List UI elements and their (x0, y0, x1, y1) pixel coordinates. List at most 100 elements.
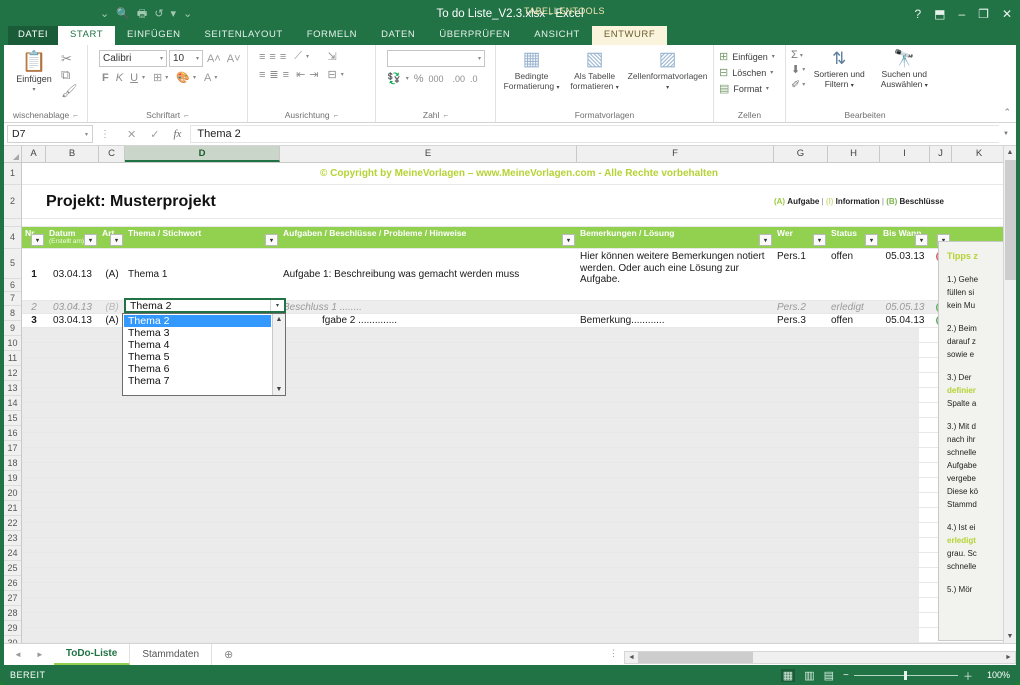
autosum-icon[interactable]: Σ▾ (791, 49, 805, 61)
row-header-1[interactable]: 1 (4, 163, 21, 185)
collapse-ribbon-icon[interactable]: ⌃ (1003, 107, 1011, 118)
column-header-g[interactable]: G (774, 146, 828, 162)
increase-decimal-icon[interactable]: .00 (453, 74, 466, 84)
vertical-scrollbar[interactable]: ▲ ▼ (1003, 146, 1016, 643)
font-name-input[interactable]: Calibri▾ (99, 50, 167, 67)
cell-styles-button[interactable]: ▨ Zellenformatvorlagen ▾ (627, 49, 708, 93)
number-dialog-launcher[interactable]: ⌐ (443, 111, 448, 120)
orientation-icon[interactable]: ⟋ (294, 50, 302, 63)
row-header-15[interactable]: 15 (4, 411, 21, 426)
currency-icon[interactable]: 💱 (387, 72, 401, 85)
empty-row[interactable] (22, 478, 1016, 493)
row-header-6[interactable]: 6 (4, 279, 21, 292)
next-sheet-icon[interactable]: ► (36, 650, 44, 659)
empty-row[interactable] (22, 613, 1016, 628)
delete-cells-button[interactable]: ⊟ Löschen ▾ (719, 66, 773, 79)
maximize-icon[interactable]: ❐ (978, 8, 989, 20)
fill-color-icon[interactable]: 🎨 (174, 71, 192, 84)
align-middle-icon[interactable]: ≡ (269, 51, 275, 63)
clipboard-dialog-launcher[interactable]: ⌐ (73, 111, 78, 120)
row-header-10[interactable]: 10 (4, 336, 21, 351)
row-header-11[interactable]: 11 (4, 351, 21, 366)
empty-row[interactable] (22, 433, 1016, 448)
align-right-icon[interactable]: ≡ (283, 69, 289, 81)
empty-row[interactable] (22, 598, 1016, 613)
empty-row[interactable] (22, 628, 1016, 643)
bold-button[interactable]: F (99, 72, 112, 84)
filter-button-status[interactable]: ▾ (865, 234, 878, 246)
row-header-24[interactable]: 24 (4, 546, 21, 561)
row-header-23[interactable]: 23 (4, 531, 21, 546)
fontcolor-chevron-icon[interactable]: ▾ (214, 74, 217, 81)
empty-row[interactable] (22, 553, 1016, 568)
zoom-out-icon[interactable]: − (843, 670, 849, 681)
row-header-17[interactable]: 17 (4, 441, 21, 456)
tab-formeln[interactable]: FORMELN (295, 26, 369, 45)
page-break-preview-icon[interactable]: ▤ (824, 669, 834, 682)
row-header-29[interactable]: 29 (4, 621, 21, 636)
filter-button-aufgaben[interactable]: ▾ (562, 234, 575, 246)
filter-button-datum[interactable]: ▾ (84, 234, 97, 246)
tab-seitenlayout[interactable]: SEITENLAYOUT (193, 26, 295, 45)
align-center-icon[interactable]: ≣ (269, 68, 278, 81)
zoom-track[interactable] (854, 675, 958, 676)
empty-row[interactable] (22, 523, 1016, 538)
orientation-chevron-icon[interactable]: ▾ (306, 53, 309, 60)
formula-input[interactable]: Thema 2 (190, 125, 999, 143)
row-header-30[interactable]: 30 (4, 636, 21, 643)
zoom-in-icon[interactable]: ＋ (963, 668, 973, 683)
filter-button-art[interactable]: ▾ (110, 234, 123, 246)
row-header-8[interactable]: 8 (4, 306, 21, 321)
borders-icon[interactable]: ⊞ (151, 71, 164, 84)
add-sheet-icon[interactable]: ⊕ (212, 644, 245, 665)
filter-button-biswann[interactable]: ▾ (915, 234, 928, 246)
expand-formula-bar-icon[interactable]: ▼ (999, 131, 1013, 137)
validation-dropdown-list[interactable]: Thema 2 Thema 3 Thema 4 Thema 5 Thema 6 … (122, 313, 286, 396)
fill-chevron-icon[interactable]: ▾ (193, 74, 196, 81)
tab-einfuegen[interactable]: EINFÜGEN (115, 26, 193, 45)
scroll-down-icon[interactable]: ▼ (1007, 630, 1014, 643)
row-header-25[interactable]: 25 (4, 561, 21, 576)
conditional-formatting-button[interactable]: ▦ Bedingte Formatierung ▾ (501, 49, 562, 93)
empty-row[interactable] (22, 508, 1016, 523)
sheet-tab-stammdaten[interactable]: Stammdaten (130, 644, 212, 665)
help-icon[interactable]: ? (914, 8, 921, 20)
dropdown-scrollbar[interactable]: ▲ ▼ (272, 314, 285, 395)
zoom-slider[interactable]: − ＋ (843, 668, 973, 683)
percent-style-icon[interactable]: % (414, 73, 424, 85)
row-header-3[interactable] (4, 219, 21, 227)
dropdown-item-1[interactable]: Thema 3 (124, 327, 271, 339)
tab-ueberpruefen[interactable]: ÜBERPRÜFEN (427, 26, 522, 45)
merge-cells-icon[interactable]: ⊟ (328, 68, 337, 81)
column-header-a[interactable]: A (22, 146, 46, 162)
tab-entwurf[interactable]: ENTWURF (592, 26, 667, 45)
find-select-button[interactable]: 🔭 Suchen und Auswählen ▾ (873, 49, 935, 91)
fill-icon[interactable]: ⬇▾ (791, 63, 805, 76)
increase-font-size-icon[interactable]: A˄ (205, 53, 223, 65)
column-header-i[interactable]: I (880, 146, 930, 162)
dropdown-item-0[interactable]: Thema 2 (124, 315, 271, 327)
format-painter-icon[interactable]: 🖌 (61, 84, 78, 97)
row-header-7[interactable]: 7 (4, 292, 21, 306)
column-header-b[interactable]: B (46, 146, 99, 162)
row-header-14[interactable]: 14 (4, 396, 21, 411)
empty-row[interactable] (22, 463, 1016, 478)
cut-icon[interactable]: ✂ (61, 52, 78, 65)
horizontal-scroll-thumb[interactable] (638, 652, 753, 663)
decrease-font-size-icon[interactable]: A˅ (225, 53, 243, 65)
align-left-icon[interactable]: ≡ (259, 69, 265, 81)
format-cells-button[interactable]: ▤ Format ▾ (719, 82, 769, 95)
align-bottom-icon[interactable]: ≡ (280, 51, 286, 63)
minimize-icon[interactable]: – (958, 8, 965, 20)
confirm-entry-icon[interactable]: ✓ (150, 128, 159, 141)
filter-button-thema[interactable]: ▾ (265, 234, 278, 246)
ribbon-display-options-icon[interactable]: ⬒ (934, 8, 945, 20)
font-size-input[interactable]: 10▾ (169, 50, 203, 67)
font-color-icon[interactable]: A (202, 72, 213, 84)
row-header-28[interactable]: 28 (4, 606, 21, 621)
empty-row[interactable] (22, 403, 1016, 418)
scroll-left-icon[interactable]: ◄ (625, 654, 638, 661)
row-header-19[interactable]: 19 (4, 471, 21, 486)
dropdown-item-5[interactable]: Thema 7 (124, 375, 271, 387)
row-header-4[interactable]: 4 (4, 227, 21, 249)
